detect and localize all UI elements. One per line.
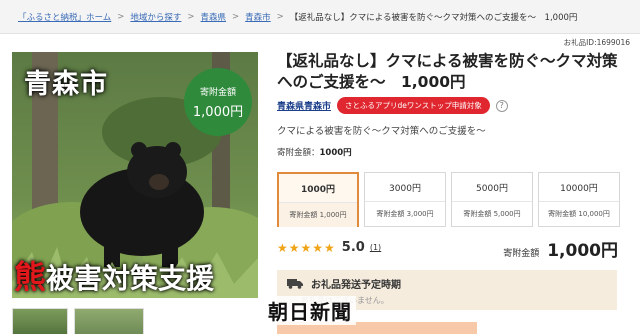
help-icon[interactable]: ? [495, 99, 508, 112]
hero-caption: 熊被害対策支援 [14, 252, 214, 298]
donation-amount-label: 寄附金額： [277, 148, 320, 158]
option-detail: 寄附金額 1,000円 [279, 202, 357, 227]
option-detail: 寄附金額 10,000円 [539, 201, 619, 226]
amount-option-5000[interactable]: 5000円 寄附金額 5,000円 [451, 172, 533, 227]
option-price: 5000円 [476, 183, 508, 194]
municipality-row: 青森県青森市 さとふるアプリdeワンストップ申請対象 ? [277, 97, 508, 114]
rating-value: 5.0 [341, 240, 365, 255]
amount-options: 1000円 寄附金額 1,000円 3000円 寄附金額 3,000円 5000… [277, 172, 620, 227]
thumbnail[interactable] [74, 308, 144, 334]
review-count-link[interactable]: (1) [370, 243, 381, 252]
municipality-link[interactable]: 青森県青森市 [277, 99, 331, 112]
option-price: 3000円 [389, 183, 421, 194]
breadcrumb-link-home[interactable]: 「ふるさと納税」ホーム [18, 11, 111, 23]
hero-city-text: 青森市 [24, 69, 108, 100]
price-row: 寄附金額 1,000円 [503, 236, 618, 261]
option-detail: 寄附金額 3,000円 [365, 201, 445, 226]
hero-caption-first: 熊 [14, 258, 47, 296]
truck-icon [287, 279, 303, 289]
price-label: 寄附金額 [503, 249, 540, 259]
breadcrumb-separator: > [232, 11, 240, 22]
donation-badge: 寄附金額 1,000円 [184, 68, 252, 136]
breadcrumb-link-region[interactable]: 地域から探す [130, 11, 181, 23]
rating-row: ★★★★★ 5.0 (1) [277, 240, 381, 255]
newspaper-watermark: 朝日新聞 [264, 296, 356, 325]
donation-amount-row: 寄附金額：1000円 [277, 146, 352, 158]
thumbnail[interactable] [12, 308, 68, 334]
thumbnail-strip [12, 308, 144, 334]
hero-caption-rest: 被害対策支援 [46, 262, 215, 295]
option-price: 1000円 [300, 184, 336, 195]
option-price: 10000円 [560, 183, 598, 194]
price-value: 1,000円 [547, 241, 618, 261]
app-onestop-badge: さとふるアプリdeワンストップ申請対象 [337, 97, 490, 114]
breadcrumb-link-prefecture[interactable]: 青森県 [201, 11, 227, 23]
amount-option-3000[interactable]: 3000円 寄附金額 3,000円 [364, 172, 446, 227]
breadcrumb-link-city[interactable]: 青森市 [245, 11, 271, 23]
donation-badge-label: 寄附金額 [199, 87, 236, 98]
breadcrumb-current: 【返礼品なし】クマによる被害を防ぐ～クマ対策へのご支援を～ 1,000円 [289, 12, 578, 23]
amount-option-10000[interactable]: 10000円 寄附金額 10,000円 [538, 172, 620, 227]
item-id: お礼品ID:1699016 [563, 38, 630, 47]
breadcrumb: 「ふるさと納税」ホーム > 地域から探す > 青森県 > 青森市 > 【返礼品な… [0, 0, 640, 34]
donation-amount-value: 1000円 [319, 148, 352, 158]
amount-option-1000[interactable]: 1000円 寄附金額 1,000円 [277, 172, 359, 227]
donation-badge-amount: 1,000円 [192, 104, 244, 120]
product-title: 【返礼品なし】クマによる被害を防ぐ～クマ対策へのご支援を～ 1,000円 [277, 52, 618, 91]
star-rating-icon: ★★★★★ [277, 240, 336, 255]
product-description: クマによる被害を防ぐ～クマ対策へのご支援を～ [277, 126, 486, 137]
breadcrumb-separator: > [187, 11, 195, 22]
breadcrumb-separator: > [117, 11, 125, 22]
option-detail: 寄附金額 5,000円 [452, 201, 532, 226]
breadcrumb-separator: > [276, 11, 284, 22]
product-main-image[interactable]: 青森市 寄附金額 1,000円 熊被害対策支援 [12, 52, 258, 298]
shipping-title: お礼品発送予定時期 [311, 280, 401, 291]
shipping-header: お礼品発送予定時期 [287, 276, 607, 291]
